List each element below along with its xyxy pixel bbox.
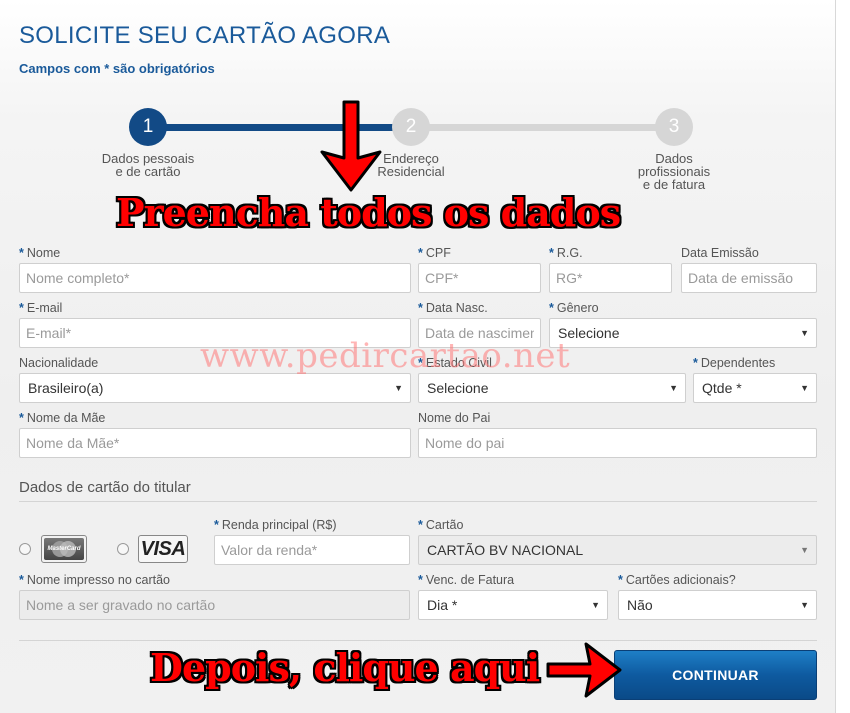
cartoes-adicionais-select[interactable]: Não ▼ [618, 590, 817, 620]
step-3-circle[interactable]: 3 [655, 108, 693, 146]
visa-radio[interactable] [117, 543, 129, 555]
step-3-label-line: e de fatura [642, 177, 706, 192]
step-1-label-line: e de cartão [115, 164, 181, 179]
mastercard-logo-text: MasterCard [47, 546, 81, 552]
venc-fatura-value: Dia * [427, 597, 458, 613]
cartao-select[interactable]: CARTÃO BV NACIONAL ▼ [418, 535, 817, 565]
chevron-down-icon: ▼ [591, 600, 600, 610]
step-1-label: Dados pessoais e de cartão [88, 152, 208, 178]
down-arrow-annotation [320, 100, 382, 192]
rg-input[interactable] [549, 263, 672, 293]
chevron-down-icon: ▼ [800, 383, 809, 393]
step-1-number: 1 [142, 116, 154, 137]
chevron-down-icon: ▼ [800, 545, 809, 555]
estado-civil-value: Selecione [427, 380, 489, 396]
nome-mae-input[interactable] [19, 428, 411, 458]
step-2-circle[interactable]: 2 [392, 108, 430, 146]
nome-label: * Nome [19, 246, 61, 260]
cpf-label: * CPF [418, 246, 451, 260]
click-here-caption: Depois, clique aqui [150, 645, 540, 690]
data-emissao-label: Data Emissão [681, 246, 759, 260]
data-emissao-input[interactable] [681, 263, 817, 293]
step-3-number: 3 [668, 116, 680, 137]
nacionalidade-label: Nacionalidade [19, 356, 99, 370]
nome-pai-input[interactable] [418, 428, 817, 458]
stepper-track-pending [411, 124, 674, 131]
step-2-number: 2 [405, 116, 417, 137]
nome-input[interactable] [19, 263, 411, 293]
cartoes-adicionais-label: * Cartões adicionais? [618, 573, 736, 587]
required-note: Campos com * são obrigatórios [19, 61, 215, 76]
footer-divider [19, 640, 817, 641]
page-title: SOLICITE SEU CARTÃO AGORA [19, 22, 391, 49]
renda-label: * Renda principal (R$) [214, 518, 337, 532]
email-label: * E-mail [19, 301, 63, 315]
chevron-down-icon: ▼ [800, 328, 809, 338]
cartoes-adicionais-value: Não [627, 597, 653, 613]
renda-input[interactable] [214, 535, 410, 565]
chevron-down-icon: ▼ [800, 600, 809, 610]
dependentes-select[interactable]: Qtde * ▼ [693, 373, 817, 403]
continue-button[interactable]: CONTINUAR [614, 650, 817, 700]
dependentes-value: Qtde * [702, 380, 742, 396]
rg-label: * R.G. [549, 246, 583, 260]
card-section-title: Dados de cartão do titular [19, 479, 191, 496]
venc-fatura-label: * Venc. de Fatura [418, 573, 515, 587]
data-nasc-label: * Data Nasc. [418, 301, 488, 315]
chevron-down-icon: ▼ [669, 383, 678, 393]
fill-all-data-caption: Preencha todos os dados [116, 190, 621, 235]
step-1-circle[interactable]: 1 [129, 108, 167, 146]
genero-label: * Gênero [549, 301, 599, 315]
venc-fatura-select[interactable]: Dia * ▼ [418, 590, 608, 620]
step-3-label: Dados profissionais e de fatura [614, 152, 734, 191]
chevron-down-icon: ▼ [394, 383, 403, 393]
estado-civil-select[interactable]: Selecione ▼ [418, 373, 686, 403]
genero-select[interactable]: Selecione ▼ [549, 318, 817, 348]
nacionalidade-value: Brasileiro(a) [28, 380, 104, 396]
mastercard-logo: MasterCard [41, 535, 87, 563]
cartao-label: * Cartão [418, 518, 464, 532]
mastercard-radio[interactable] [19, 543, 31, 555]
right-arrow-annotation [546, 642, 622, 698]
dependentes-label: * Dependentes [693, 356, 776, 370]
nome-impresso-label: * Nome impresso no cartão [19, 573, 170, 587]
nome-mae-label: * Nome da Mãe [19, 411, 106, 425]
cartao-value: CARTÃO BV NACIONAL [427, 542, 584, 558]
cpf-input[interactable] [418, 263, 541, 293]
mastercard-logo-badge: MasterCard [44, 538, 84, 560]
nome-pai-label: Nome do Pai [418, 411, 491, 425]
visa-logo: VISA [138, 535, 188, 563]
section-divider [19, 501, 817, 502]
nacionalidade-select[interactable]: Brasileiro(a) ▼ [19, 373, 411, 403]
nome-impresso-input[interactable] [19, 590, 410, 620]
watermark-text: www.pedircartao.net [200, 336, 571, 376]
